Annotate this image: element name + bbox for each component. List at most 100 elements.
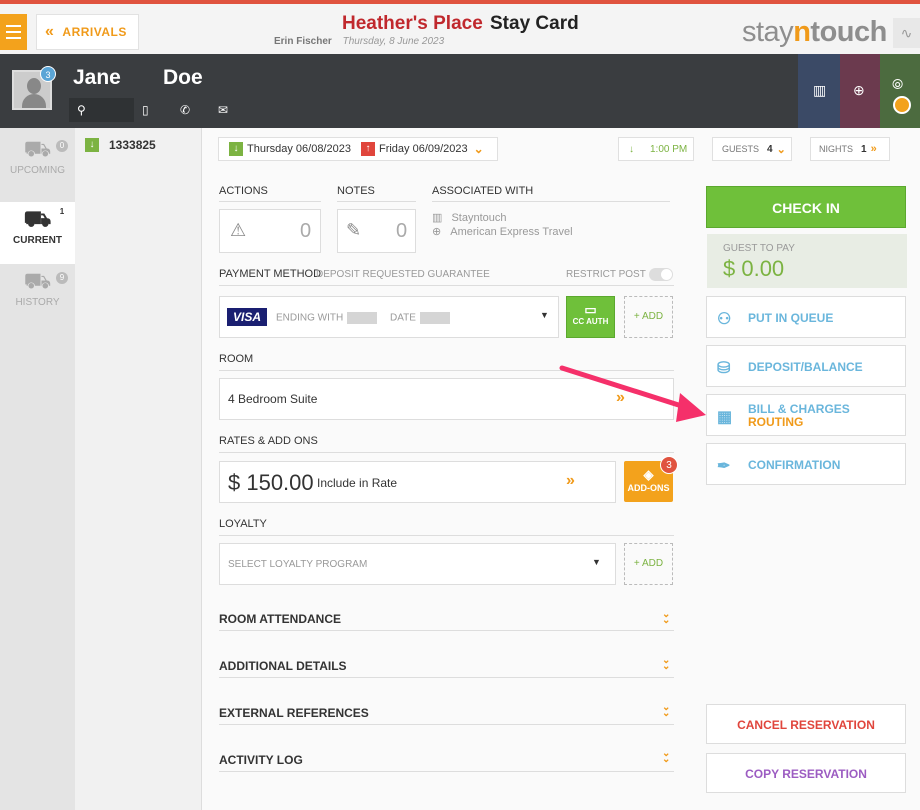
cc-auth-button[interactable]: ▭ CC AUTH (566, 296, 615, 338)
dropdown-caret-icon: ▼ (592, 557, 601, 567)
visa-card-logo: VISA (227, 308, 267, 326)
chevron-down-icon: ⌄ (776, 143, 786, 156)
restrict-post-toggle[interactable] (649, 268, 673, 281)
actions-count: 0 (300, 220, 312, 242)
reservation-list-item[interactable]: ↓ 1333825 (85, 138, 156, 152)
deposit-balance-button[interactable]: ⛁ DEPOSIT/BALANCE (706, 345, 906, 387)
chevron-right-icon: » (616, 389, 625, 406)
nights-count-box[interactable]: NIGHTS 1 » (810, 137, 890, 161)
circles-panel[interactable]: ⦾ (880, 54, 920, 128)
departure-date: Friday 06/09/2023 (378, 143, 468, 155)
chevron-right-icon: » (566, 472, 575, 489)
arrivals-label: ARRIVALS (62, 25, 127, 39)
menu-button[interactable] (0, 14, 27, 50)
hotel-building-panel[interactable]: ▥ (798, 54, 840, 128)
additional-details-header[interactable]: ADDITIONAL DETAILS (219, 659, 347, 673)
rates-label: RATES & ADD ONS (219, 435, 318, 447)
mobile-phone-icon[interactable]: ▯ (134, 98, 172, 122)
current-count: 1 (56, 206, 68, 218)
coins-icon: ⛁ (717, 360, 731, 377)
circles-icon: ⦾ (892, 76, 904, 92)
dropdown-caret-icon: ▼ (540, 310, 549, 320)
contact-icons: ⚲ ▯ ✆ ✉ (69, 98, 248, 122)
user-date-line: Erin Fischer Thursday, 8 June 2023 (274, 36, 444, 47)
globe-panel[interactable]: ⊕ (840, 54, 880, 128)
chevron-right-icon: » (870, 143, 877, 155)
copy-reservation-button[interactable]: COPY RESERVATION (706, 753, 906, 793)
top-bar: « ARRIVALS Heather's Place Stay Card Eri… (0, 4, 920, 54)
nav-history[interactable]: ⛟ 9 HISTORY (0, 268, 75, 308)
associated-company[interactable]: ▥ Stayntouch (432, 211, 507, 224)
rate-select[interactable]: $ 150.00 Include in Rate » (219, 461, 616, 503)
loyalty-program-select[interactable]: SELECT LOYALTY PROGRAM ▼ (219, 543, 616, 585)
confirmation-button[interactable]: ✒ CONFIRMATION (706, 443, 906, 485)
add-payment-button[interactable]: + ADD (624, 296, 673, 338)
chevron-double-down-icon[interactable]: ⌄ ⌄ (662, 610, 670, 626)
cancel-reservation-button[interactable]: CANCEL RESERVATION (706, 704, 906, 744)
upcoming-count: 0 (56, 140, 68, 152)
rate-amount: $ 150.00 (228, 470, 314, 495)
phone-icon[interactable]: ✆ (172, 98, 210, 122)
associated-travel-agent[interactable]: ⊕ American Express Travel (432, 225, 573, 238)
payment-method-label: PAYMENT METHOD (219, 268, 322, 280)
pen-icon: ✒ (717, 458, 731, 475)
calculator-icon: ▦ (717, 409, 733, 426)
routing-label: ROUTING (748, 415, 804, 429)
arrival-arrow-icon: ↓ (85, 138, 99, 152)
chevron-down-icon: ⌄ (473, 142, 484, 156)
add-loyalty-button[interactable]: + ADD (624, 543, 673, 585)
put-in-queue-button[interactable]: ⚇ PUT IN QUEUE (706, 296, 906, 338)
email-icon[interactable]: ✉ (210, 98, 248, 122)
guest-to-pay-panel: GUEST TO PAY $ 0.00 (707, 234, 907, 288)
add-ons-count: 3 (660, 456, 678, 474)
chevron-double-down-icon[interactable]: ⌄ ⌄ (662, 749, 670, 765)
payment-type: DEPOSIT REQUESTED GUARANTEE (316, 269, 490, 280)
guest-last-name[interactable]: Doe (163, 66, 203, 90)
search-icon[interactable] (893, 96, 911, 114)
chevron-double-down-icon[interactable]: ⌄ ⌄ (662, 656, 670, 672)
reservation-number: 1333825 (109, 138, 156, 152)
room-attendance-header[interactable]: ROOM ATTENDANCE (219, 612, 341, 626)
departure-date-icon: ↑ (360, 142, 375, 156)
restrict-post-label: RESTRICT POST (566, 269, 646, 280)
bill-charges-button[interactable]: ▦ BILL & CHARGES ROUTING (706, 394, 906, 436)
stay-dates[interactable]: ↓ Thursday 06/08/2023 ↑ Friday 06/09/202… (218, 137, 498, 161)
pulse-icon[interactable]: ∿ (893, 18, 920, 48)
guests-count-box[interactable]: GUESTS 4 ⌄ (712, 137, 792, 161)
notes-label: NOTES (337, 185, 375, 197)
nav-current[interactable]: ⛟ 1 CURRENT (0, 202, 75, 264)
nav-upcoming[interactable]: ⛟ 0 UPCOMING (0, 136, 75, 176)
current-label: CURRENT (13, 235, 62, 246)
user-name: Erin Fischer (274, 36, 332, 47)
payment-card-select[interactable]: ENDING WITH DATE ▼ (219, 296, 559, 338)
hotel-name: Heather's Place (342, 13, 483, 34)
notes-box[interactable]: ✎ 0 (337, 209, 416, 253)
building-icon: ▥ (432, 212, 443, 224)
upcoming-label: UPCOMING (10, 165, 65, 176)
people-icon: ⚇ (717, 311, 732, 328)
chevron-double-down-icon[interactable]: ⌄ ⌄ (662, 703, 670, 719)
history-label: HISTORY (15, 297, 60, 308)
globe-icon: ⊕ (432, 226, 442, 238)
location-pin-icon[interactable]: ⚲ (69, 98, 134, 122)
loyalty-label: LOYALTY (219, 518, 267, 530)
page-title: Stay Card (490, 13, 579, 34)
globe-icon: ⊕ (853, 82, 865, 98)
business-date: Thursday, 8 June 2023 (342, 36, 445, 47)
left-nav: ⛟ 0 UPCOMING ⛟ 1 CURRENT ⛟ 9 HISTORY (0, 128, 75, 810)
actions-box[interactable]: ⚠ 0 (219, 209, 321, 253)
room-type: 4 Bedroom Suite (228, 392, 318, 406)
avatar-badge: 3 (40, 66, 56, 82)
guest-first-name[interactable]: Jane (73, 66, 121, 90)
check-in-button[interactable]: CHECK IN (706, 186, 906, 228)
activity-log-header[interactable]: ACTIVITY LOG (219, 753, 303, 767)
guest-to-pay-amount: $ 0.00 (723, 256, 785, 281)
actions-label: ACTIONS (219, 185, 268, 197)
room-type-select[interactable]: 4 Bedroom Suite » (219, 378, 674, 420)
external-references-header[interactable]: EXTERNAL REFERENCES (219, 706, 369, 720)
arrival-time[interactable]: ↓ 1:00 PM (618, 137, 694, 161)
loyalty-placeholder: SELECT LOYALTY PROGRAM (228, 559, 368, 570)
credit-card-icon: ▭ (584, 302, 597, 317)
arrivals-back-button[interactable]: « ARRIVALS (36, 14, 139, 50)
stayntouch-logo: stayntouch (742, 16, 887, 48)
